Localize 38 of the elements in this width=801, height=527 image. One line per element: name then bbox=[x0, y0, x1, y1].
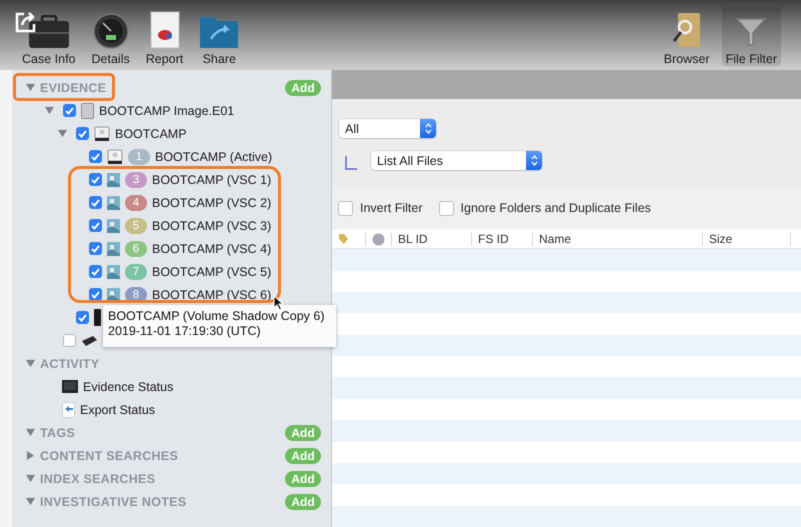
filter-checkbox[interactable]: Ignore Folders and Duplicate Files bbox=[438, 200, 651, 216]
volume-number-badge: 4 bbox=[125, 194, 147, 210]
tree-item-label[interactable]: BOOTCAMP (VSC 1) bbox=[152, 172, 272, 186]
tree-item-label[interactable]: BOOTCAMP (VSC 5) bbox=[152, 264, 272, 278]
section-header: CONTENT SEARCHES bbox=[40, 448, 178, 462]
section-header: INVESTIGATIVE NOTES bbox=[40, 494, 186, 508]
file-list-dropdown[interactable]: List All Files bbox=[371, 151, 542, 170]
tree-item-label[interactable]: BOOTCAMP bbox=[115, 126, 187, 140]
scope-dropdown[interactable]: All bbox=[339, 119, 436, 138]
section-header: INDEX SEARCHES bbox=[40, 472, 156, 486]
toolbar-button[interactable]: Report bbox=[142, 7, 188, 66]
tree-item-label[interactable]: BOOTCAMP (VSC 2) bbox=[152, 196, 272, 210]
volume-number-badge: 6 bbox=[125, 240, 147, 256]
toolbar-button[interactable]: Browser bbox=[660, 7, 714, 66]
tree-item-label[interactable]: BOOTCAMP (VSC 4) bbox=[152, 242, 272, 256]
toolbar-button[interactable]: Share bbox=[195, 9, 244, 66]
activity-item[interactable]: Export Status bbox=[80, 402, 156, 416]
toolbar-button[interactable]: Details bbox=[88, 9, 134, 66]
volume-number-badge: 1 bbox=[128, 148, 150, 164]
column-header[interactable]: BL ID bbox=[392, 232, 472, 246]
tooltip-line: 2019-11-01 17:19:30 (UTC) bbox=[108, 324, 262, 338]
activity-item[interactable]: Evidence Status bbox=[83, 380, 174, 394]
toolbar-button[interactable]: Case Info bbox=[18, 11, 80, 66]
volume-number-badge: 7 bbox=[125, 264, 147, 280]
column-header[interactable]: FS ID bbox=[472, 232, 533, 246]
filter-checkbox[interactable]: Invert Filter bbox=[338, 200, 423, 216]
tree-item-label[interactable]: BOOTCAMP (VSC 3) bbox=[152, 218, 272, 232]
volume-number-badge: 5 bbox=[125, 218, 147, 234]
column-header[interactable]: Size bbox=[703, 232, 791, 246]
column-header[interactable]: Name bbox=[533, 232, 703, 246]
section-header: TAGS bbox=[40, 426, 75, 440]
section-header: ACTIVITY bbox=[40, 356, 100, 370]
volume-number-badge: 3 bbox=[125, 172, 147, 188]
section-header: EVIDENCE bbox=[40, 80, 106, 94]
tree-item-label[interactable]: BOOTCAMP (Active) bbox=[155, 150, 272, 164]
toolbar-button[interactable]: File Filter bbox=[722, 7, 781, 66]
tree-item-label[interactable]: BOOTCAMP Image.E01 bbox=[99, 104, 234, 118]
tooltip-line: BOOTCAMP (Volume Shadow Copy 6) bbox=[108, 309, 326, 323]
